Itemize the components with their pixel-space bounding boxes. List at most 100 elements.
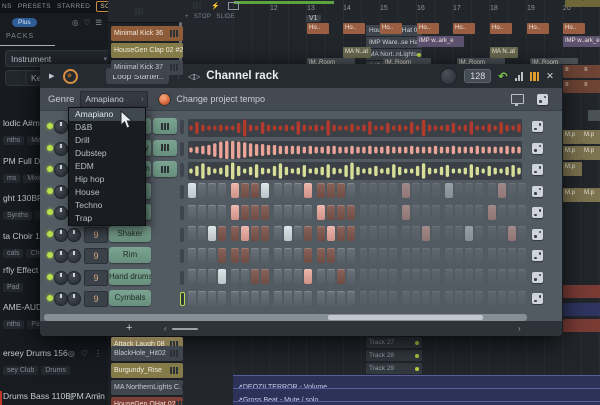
step-cell[interactable] <box>445 226 453 241</box>
bg-channel-button[interactable]: MA NorthernLights C. <box>111 380 183 395</box>
channel-led[interactable] <box>47 295 53 301</box>
step-cell[interactable] <box>274 226 282 241</box>
dropdown-item-house[interactable]: House <box>69 186 145 199</box>
bg-channel-button[interactable]: BlackHole_Hit02 <box>111 346 183 361</box>
step-cell[interactable] <box>274 205 282 220</box>
pan-knob[interactable] <box>54 185 68 199</box>
track-enable-dot[interactable] <box>417 53 421 57</box>
steps-scrollbar-thumb[interactable] <box>328 315 483 320</box>
step-cell[interactable] <box>218 183 226 198</box>
waveform[interactable] <box>188 119 522 137</box>
step-cell[interactable] <box>241 269 249 284</box>
step-cell[interactable] <box>465 205 473 220</box>
dice-icon[interactable] <box>532 272 543 283</box>
tag-chip[interactable]: Synths <box>3 211 32 220</box>
step-cell[interactable] <box>337 291 345 306</box>
add-track-button[interactable]: + <box>185 14 189 20</box>
waveform[interactable] <box>188 162 522 180</box>
step-cell[interactable] <box>518 269 526 284</box>
more-icon[interactable]: ⋮ <box>94 392 102 401</box>
browser-tab-starred[interactable]: STARRED <box>57 3 90 10</box>
track-enable-dot[interactable] <box>415 380 419 384</box>
step-cell[interactable] <box>475 248 483 263</box>
step-cell[interactable] <box>317 205 325 220</box>
step-cell[interactable] <box>422 205 430 220</box>
playlist-marker[interactable]: V1 <box>306 15 321 22</box>
step-cell[interactable] <box>432 183 440 198</box>
channel-select-pill[interactable] <box>180 185 184 199</box>
channel-select-pill[interactable] <box>180 249 184 263</box>
step-cell[interactable] <box>369 205 377 220</box>
step-cell[interactable] <box>218 205 226 220</box>
bg-channel-button[interactable]: HouseGen OHat 02 <box>111 397 183 405</box>
channel-select-pill[interactable] <box>180 163 184 177</box>
channel-select-pill[interactable] <box>180 120 184 134</box>
step-cell[interactable] <box>188 183 196 198</box>
ruler-number[interactable]: 16 <box>417 5 425 12</box>
tag-chip[interactable]: cals <box>3 249 23 258</box>
volume-knob[interactable] <box>67 292 81 306</box>
step-cell[interactable] <box>360 248 368 263</box>
dropdown-item-edm[interactable]: EDM <box>69 160 145 173</box>
dropdown-item-dubstep[interactable]: Dubstep <box>69 147 145 160</box>
step-cell[interactable] <box>360 226 368 241</box>
step-cell[interactable] <box>188 248 196 263</box>
step-cell[interactable] <box>294 269 302 284</box>
step-cell[interactable] <box>251 291 259 306</box>
step-cell[interactable] <box>251 226 259 241</box>
step-cell[interactable] <box>188 226 196 241</box>
channel-number[interactable]: 9 <box>84 248 108 264</box>
heart-icon[interactable]: ♡ <box>81 392 88 401</box>
dropdown-item-techno[interactable]: Techno <box>69 199 145 212</box>
ruler-number[interactable]: 19 <box>527 5 535 12</box>
channel-led[interactable] <box>47 188 53 194</box>
target-icon[interactable]: ◎ <box>68 392 75 401</box>
step-cell[interactable] <box>465 183 473 198</box>
step-cell[interactable] <box>347 248 355 263</box>
pan-knob[interactable] <box>54 292 68 306</box>
step-cell[interactable] <box>294 226 302 241</box>
piano-keys-icon[interactable] <box>530 72 540 81</box>
tempo-knob[interactable] <box>440 68 457 85</box>
track-enable-dot[interactable] <box>421 41 422 45</box>
step-cell[interactable] <box>498 205 506 220</box>
step-cell[interactable] <box>402 248 410 263</box>
dice-icon[interactable] <box>532 164 543 175</box>
step-cell[interactable] <box>498 269 506 284</box>
dice-icon[interactable] <box>532 121 543 132</box>
step-cell[interactable] <box>412 226 420 241</box>
step-cell[interactable] <box>208 291 216 306</box>
step-cell[interactable] <box>261 183 269 198</box>
step-cell[interactable] <box>488 183 496 198</box>
step-cell[interactable] <box>369 183 377 198</box>
step-cell[interactable] <box>518 226 526 241</box>
scroll-right-arrow[interactable]: › <box>518 324 521 333</box>
step-cell[interactable] <box>379 226 387 241</box>
step-cell[interactable] <box>284 269 292 284</box>
pan-knob[interactable] <box>54 249 68 263</box>
dropdown-item-drill[interactable]: Drill <box>69 134 145 147</box>
step-cell[interactable] <box>518 248 526 263</box>
channel-button[interactable]: Hand drums <box>109 269 151 285</box>
tempo-radio[interactable] <box>158 93 171 106</box>
ruler-number[interactable]: 20 <box>563 5 571 12</box>
stop-toggle[interactable]: STOP <box>194 14 211 20</box>
channel-wave-button[interactable] <box>153 161 177 177</box>
step-cell[interactable] <box>508 269 516 284</box>
step-cell[interactable] <box>284 226 292 241</box>
step-cell[interactable] <box>488 226 496 241</box>
step-cell[interactable] <box>274 248 282 263</box>
step-cell[interactable] <box>432 226 440 241</box>
playlist-grid-right[interactable] <box>562 64 600 335</box>
step-cell[interactable] <box>317 291 325 306</box>
step-cell[interactable] <box>465 291 473 306</box>
tempo-display[interactable]: 128 <box>464 69 491 83</box>
step-cell[interactable] <box>317 248 325 263</box>
dice-icon[interactable] <box>537 94 548 105</box>
channel-select-pill[interactable] <box>180 142 184 156</box>
step-cell[interactable] <box>488 205 496 220</box>
channel-wave-button[interactable] <box>153 118 177 134</box>
step-cell[interactable] <box>284 183 292 198</box>
channel-select-pill[interactable] <box>180 206 184 220</box>
step-cell[interactable] <box>488 248 496 263</box>
